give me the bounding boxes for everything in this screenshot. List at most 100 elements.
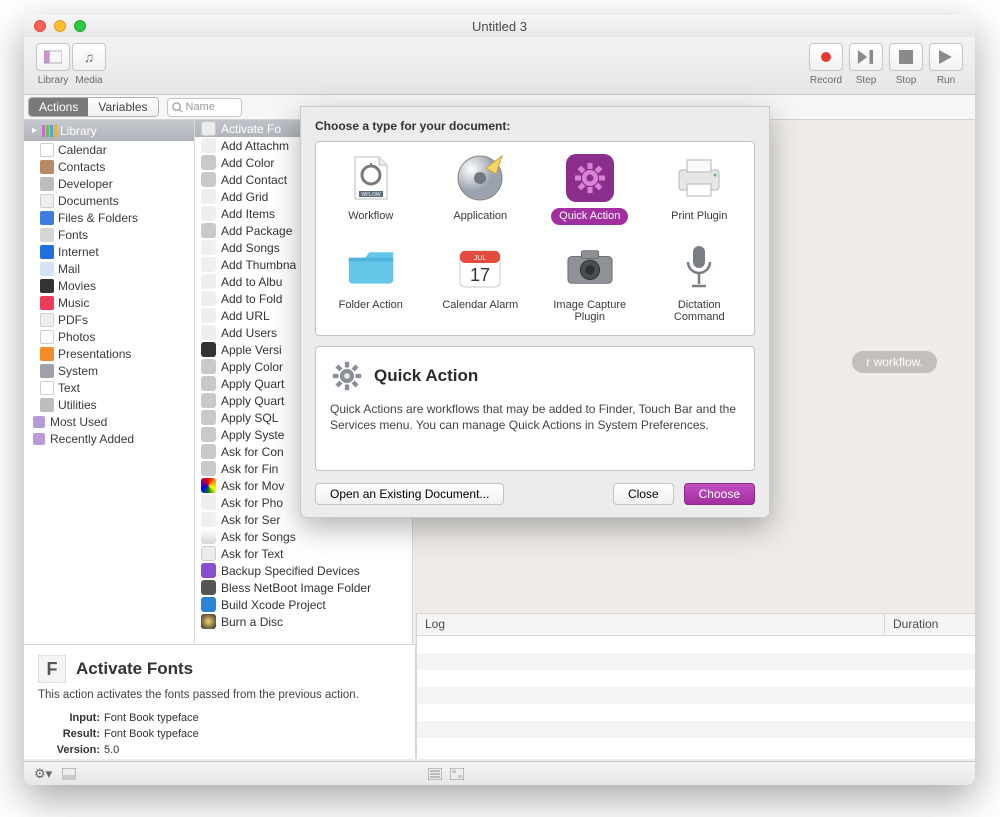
microphone-icon bbox=[684, 244, 714, 290]
sidebar-item-system[interactable]: System bbox=[24, 362, 194, 379]
sidebar-item-utilities[interactable]: Utilities bbox=[24, 396, 194, 413]
action-icon bbox=[201, 478, 216, 493]
log-panel: Log Duration bbox=[416, 613, 975, 759]
sidebar-item-developer[interactable]: Developer bbox=[24, 175, 194, 192]
tab-variables[interactable]: Variables bbox=[88, 98, 157, 116]
stop-button[interactable] bbox=[889, 43, 923, 71]
folder-icon bbox=[347, 247, 395, 287]
library-stack-icon bbox=[42, 125, 58, 137]
sidebar-item-fonts[interactable]: Fonts bbox=[24, 226, 194, 243]
category-icon bbox=[40, 381, 54, 395]
titlebar: Untitled 3 bbox=[24, 15, 975, 37]
zoom-window-icon[interactable] bbox=[74, 20, 86, 32]
sidebar-item-photos[interactable]: Photos bbox=[24, 328, 194, 345]
action-icon bbox=[201, 308, 216, 323]
action-item[interactable]: Backup Specified Devices bbox=[195, 562, 412, 579]
step-button[interactable] bbox=[849, 43, 883, 71]
type-workflow[interactable]: WFLOW Workflow bbox=[316, 150, 426, 239]
sidebar-item-movies[interactable]: Movies bbox=[24, 277, 194, 294]
library-header[interactable]: Library bbox=[24, 120, 194, 141]
type-dictation-command[interactable]: Dictation Command bbox=[645, 239, 755, 328]
action-item[interactable]: Burn a Disc bbox=[195, 613, 412, 630]
media-label: Media bbox=[75, 75, 102, 86]
category-icon bbox=[40, 296, 54, 310]
log-column-header[interactable]: Log bbox=[417, 614, 885, 635]
sidebar-group-most-used[interactable]: Most Used bbox=[24, 413, 194, 430]
music-note-icon: ♫ bbox=[84, 49, 95, 65]
sidebar-item-presentations[interactable]: Presentations bbox=[24, 345, 194, 362]
action-item[interactable]: Ask for Text bbox=[195, 545, 412, 562]
action-icon bbox=[201, 410, 216, 425]
run-button[interactable] bbox=[929, 43, 963, 71]
info-body: This action activates the fonts passed f… bbox=[38, 689, 401, 701]
action-icon bbox=[201, 257, 216, 272]
quick-action-icon bbox=[566, 154, 614, 202]
type-print-plugin[interactable]: Print Plugin bbox=[645, 150, 755, 239]
type-quick-action[interactable]: Quick Action bbox=[535, 150, 645, 239]
action-icon bbox=[201, 529, 216, 544]
action-icon bbox=[201, 444, 216, 459]
gear-menu-icon[interactable]: ⚙︎▾ bbox=[34, 766, 52, 782]
document-type-sheet: Choose a type for your document: WFLOW W… bbox=[300, 106, 770, 518]
category-icon bbox=[40, 347, 54, 361]
fontbook-icon: F bbox=[38, 655, 66, 683]
action-icon bbox=[201, 614, 216, 629]
type-folder-action[interactable]: Folder Action bbox=[316, 239, 426, 328]
sidebar-item-pdfs[interactable]: PDFs bbox=[24, 311, 194, 328]
record-button[interactable] bbox=[809, 43, 843, 71]
desc-title: Quick Action bbox=[374, 366, 478, 386]
action-icon bbox=[201, 172, 216, 187]
type-image-capture-plugin[interactable]: Image Capture Plugin bbox=[535, 239, 645, 328]
close-window-icon[interactable] bbox=[34, 20, 46, 32]
svg-text:JUL: JUL bbox=[474, 255, 487, 262]
action-icon bbox=[201, 495, 216, 510]
type-description: Quick Action Quick Actions are workflows… bbox=[315, 346, 755, 471]
action-item[interactable]: Ask for Songs bbox=[195, 528, 412, 545]
sidebar-item-documents[interactable]: Documents bbox=[24, 192, 194, 209]
media-button[interactable]: ♫ bbox=[72, 43, 106, 71]
action-icon bbox=[201, 342, 216, 357]
sidebar-item-mail[interactable]: Mail bbox=[24, 260, 194, 277]
type-calendar-alarm[interactable]: JUL17 Calendar Alarm bbox=[426, 239, 536, 328]
workflow-icon: WFLOW bbox=[351, 155, 391, 201]
action-icon bbox=[201, 240, 216, 255]
window-title: Untitled 3 bbox=[24, 19, 975, 34]
search-input[interactable]: Name bbox=[167, 98, 242, 117]
sidebar-item-calendar[interactable]: Calendar bbox=[24, 141, 194, 158]
svg-text:17: 17 bbox=[470, 265, 490, 285]
open-existing-button[interactable]: Open an Existing Document... bbox=[315, 483, 504, 505]
stop-icon bbox=[897, 50, 915, 64]
action-icon bbox=[201, 206, 216, 221]
category-icon bbox=[40, 143, 54, 157]
library-sidebar: Library CalendarContactsDeveloperDocumen… bbox=[24, 120, 195, 644]
action-icon bbox=[201, 138, 216, 153]
results-toggle-icon[interactable] bbox=[62, 768, 76, 780]
category-icon bbox=[40, 228, 54, 242]
category-icon bbox=[40, 330, 54, 344]
sidebar-item-music[interactable]: Music bbox=[24, 294, 194, 311]
sidebar-item-internet[interactable]: Internet bbox=[24, 243, 194, 260]
minimize-window-icon[interactable] bbox=[54, 20, 66, 32]
sidebar-item-contacts[interactable]: Contacts bbox=[24, 158, 194, 175]
tab-actions[interactable]: Actions bbox=[29, 98, 88, 116]
sidebar-item-text[interactable]: Text bbox=[24, 379, 194, 396]
application-icon bbox=[456, 154, 504, 202]
action-item[interactable]: Build Xcode Project bbox=[195, 596, 412, 613]
library-toggle-button[interactable] bbox=[36, 43, 70, 71]
sidebar-item-files-folders[interactable]: Files & Folders bbox=[24, 209, 194, 226]
printer-icon bbox=[675, 156, 723, 200]
category-icon bbox=[40, 313, 54, 327]
sidebar-group-recently-added[interactable]: Recently Added bbox=[24, 430, 194, 447]
action-icon bbox=[201, 359, 216, 374]
type-application[interactable]: Application bbox=[426, 150, 536, 239]
log-rows bbox=[417, 636, 975, 755]
view-list-icon[interactable] bbox=[428, 768, 442, 780]
view-flow-icon[interactable] bbox=[450, 768, 464, 780]
search-placeholder: Name bbox=[186, 101, 215, 113]
choose-button[interactable]: Choose bbox=[684, 483, 755, 505]
action-icon bbox=[201, 223, 216, 238]
duration-column-header[interactable]: Duration bbox=[885, 614, 975, 635]
close-button[interactable]: Close bbox=[613, 483, 674, 505]
action-icon bbox=[201, 155, 216, 170]
action-item[interactable]: Bless NetBoot Image Folder bbox=[195, 579, 412, 596]
